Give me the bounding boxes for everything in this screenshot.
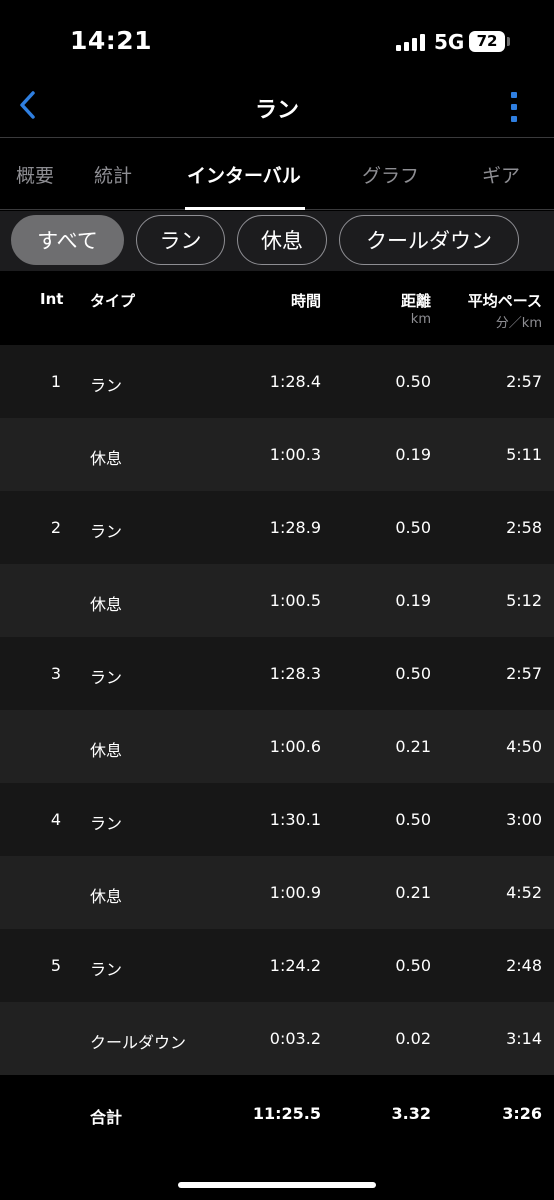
table-row[interactable]: 休息 1:00.3 0.19 5:11 (0, 418, 554, 491)
interval-type: 休息 (90, 449, 123, 468)
interval-distance: 0.21 (395, 737, 431, 756)
interval-time: 1:28.4 (269, 372, 321, 391)
header-int: Int (40, 290, 64, 308)
interval-distance: 0.02 (395, 1029, 431, 1048)
interval-pace: 2:58 (506, 518, 542, 537)
interval-pace: 2:57 (506, 372, 542, 391)
active-tab-indicator (185, 207, 305, 210)
tab-stats[interactable]: 統計 (94, 161, 132, 188)
interval-time: 1:28.3 (269, 664, 321, 683)
tab-bar: 概要 統計 インターバル グラフ ギア (0, 139, 554, 210)
table-row[interactable]: 5 ラン 1:24.2 0.50 2:48 (0, 929, 554, 1002)
interval-number: 4 (50, 810, 61, 829)
table-row[interactable]: 休息 1:00.6 0.21 4:50 (0, 710, 554, 783)
interval-distance: 0.50 (395, 372, 431, 391)
filter-run[interactable]: ラン (136, 215, 225, 265)
interval-time: 1:28.9 (269, 518, 321, 537)
interval-pace: 2:57 (506, 664, 542, 683)
interval-distance: 0.50 (395, 956, 431, 975)
status-bar: 14:21 5G 72 (0, 0, 554, 80)
more-vertical-icon (511, 92, 517, 122)
interval-type: クールダウン (90, 1033, 187, 1052)
signal-bars-icon (396, 33, 426, 51)
filter-rest[interactable]: 休息 (237, 215, 327, 265)
table-header: Int タイプ 時間 距離 km 平均ペース 分／km (0, 272, 554, 345)
interval-time: 1:30.1 (269, 810, 321, 829)
interval-distance: 0.19 (395, 591, 431, 610)
header-type: タイプ (90, 292, 136, 310)
nav-bar: ラン (0, 80, 554, 138)
total-label: 合計 (90, 1108, 123, 1127)
tab-overview[interactable]: 概要 (16, 161, 54, 188)
interval-type: 休息 (90, 595, 123, 614)
table-row[interactable]: 休息 1:00.5 0.19 5:12 (0, 564, 554, 637)
interval-distance: 0.50 (395, 518, 431, 537)
interval-filter-bar: すべて ラン 休息 クールダウン (0, 211, 554, 271)
table-row[interactable]: 1 ラン 1:28.4 0.50 2:57 (0, 345, 554, 418)
page-title: ラン (254, 98, 299, 123)
interval-distance: 0.50 (395, 664, 431, 683)
interval-time: 1:00.5 (269, 591, 321, 610)
battery-tip (507, 37, 510, 46)
table-row[interactable]: 3 ラン 1:28.3 0.50 2:57 (0, 637, 554, 710)
interval-time: 1:24.2 (269, 956, 321, 975)
battery-icon: 72 (469, 31, 505, 52)
header-time: 時間 (290, 292, 321, 310)
interval-number: 2 (50, 518, 61, 537)
interval-distance: 0.21 (395, 883, 431, 902)
home-indicator[interactable] (178, 1182, 376, 1188)
table-row[interactable]: 休息 1:00.9 0.21 4:52 (0, 856, 554, 929)
interval-type: ラン (90, 814, 123, 833)
interval-distance: 0.19 (395, 445, 431, 464)
total-distance: 3.32 (391, 1104, 431, 1123)
tab-intervals[interactable]: インターバル (187, 161, 301, 188)
interval-time: 0:03.2 (269, 1029, 321, 1048)
tab-graph[interactable]: グラフ (362, 161, 419, 188)
header-pace-unit: 分／km (495, 316, 542, 331)
interval-distance: 0.50 (395, 810, 431, 829)
interval-type: ラン (90, 522, 123, 541)
network-type: 5G (434, 30, 465, 54)
interval-type: ラン (90, 960, 123, 979)
header-pace: 平均ペース (467, 292, 542, 310)
interval-number: 5 (50, 956, 61, 975)
interval-type: 休息 (90, 887, 123, 906)
interval-pace: 2:48 (506, 956, 542, 975)
status-time: 14:21 (70, 26, 153, 55)
interval-pace: 3:00 (506, 810, 542, 829)
interval-time: 1:00.6 (269, 737, 321, 756)
interval-pace: 3:14 (506, 1029, 542, 1048)
activity-screen: 14:21 5G 72 ラン 概要 統計 インターバル グラフ ギア すべて ラ… (0, 0, 554, 1200)
total-time: 11:25.5 (252, 1104, 321, 1123)
header-distance-unit: km (410, 312, 431, 327)
filter-all[interactable]: すべて (11, 215, 124, 265)
interval-pace: 5:11 (506, 445, 542, 464)
table-row[interactable]: 2 ラン 1:28.9 0.50 2:58 (0, 491, 554, 564)
interval-pace: 4:52 (506, 883, 542, 902)
total-pace: 3:26 (502, 1104, 542, 1123)
interval-number: 1 (50, 372, 61, 391)
table-row[interactable]: 4 ラン 1:30.1 0.50 3:00 (0, 783, 554, 856)
interval-type: 休息 (90, 741, 123, 760)
interval-pace: 5:12 (506, 591, 542, 610)
interval-time: 1:00.9 (269, 883, 321, 902)
interval-pace: 4:50 (506, 737, 542, 756)
interval-type: ラン (90, 668, 123, 687)
table-row[interactable]: クールダウン 0:03.2 0.02 3:14 (0, 1002, 554, 1075)
total-row: 合計 11:25.5 3.32 3:26 (0, 1077, 554, 1150)
header-distance: 距離 (400, 292, 431, 310)
tab-gear[interactable]: ギア (482, 161, 520, 188)
filter-cooldown[interactable]: クールダウン (339, 215, 519, 265)
interval-type: ラン (90, 376, 123, 395)
interval-number: 3 (50, 664, 61, 683)
more-options-button[interactable] (500, 88, 528, 126)
interval-time: 1:00.3 (269, 445, 321, 464)
